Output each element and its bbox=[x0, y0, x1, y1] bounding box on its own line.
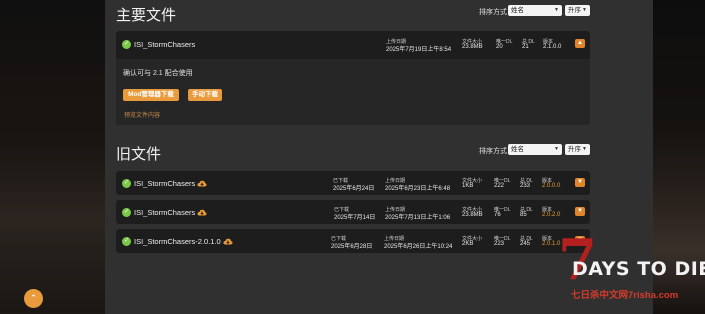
uploaded-value: 2025年7月19日上午8:54 bbox=[386, 47, 452, 53]
main-order-select[interactable]: 升序 ▼ bbox=[565, 5, 590, 16]
total-dl-value: 85 bbox=[520, 212, 527, 218]
select-caret-icon: ▼ bbox=[554, 146, 559, 152]
select-caret-icon: ▼ bbox=[554, 7, 559, 13]
cloud-download-icon[interactable] bbox=[197, 180, 207, 187]
size-value: 1KB bbox=[462, 183, 474, 189]
old-order-value: 升序 bbox=[568, 146, 581, 153]
archived-value: 2025年6月24日 bbox=[333, 186, 375, 192]
version-value: 2.0.2.0 bbox=[542, 212, 561, 218]
cloud-download-icon[interactable] bbox=[197, 209, 207, 216]
select-caret-icon: ▼ bbox=[582, 146, 587, 152]
check-circle-icon: ✓ bbox=[122, 208, 131, 217]
version-value: 2.0.0.0 bbox=[542, 183, 561, 189]
size-value: 23.8MB bbox=[462, 44, 483, 50]
size-value: 23.8MB bbox=[462, 212, 483, 218]
mod-manager-download-button[interactable]: Mod管理器下载 bbox=[123, 89, 179, 101]
unique-dl-value: 76 bbox=[494, 212, 501, 218]
total-dl-value: 21 bbox=[522, 44, 529, 50]
total-dl-value: 233 bbox=[520, 183, 531, 189]
back-to-top-button[interactable]: ⌃ bbox=[24, 289, 43, 308]
uploaded-value: 2025年7月13日上午1:06 bbox=[385, 215, 451, 221]
old-sort-value: 姓名 bbox=[511, 146, 524, 153]
check-circle-icon: ✓ bbox=[122, 179, 131, 188]
main-file-name: ISI_StormChasers bbox=[134, 40, 196, 49]
cloud-download-icon[interactable] bbox=[223, 238, 233, 245]
logo-title: DAYS TO DIE bbox=[572, 258, 705, 280]
select-caret-icon: ▼ bbox=[582, 7, 587, 13]
old-sort-select[interactable]: 姓名 ▼ bbox=[508, 144, 562, 155]
uploaded-value: 2025年6月23日上午6:48 bbox=[385, 186, 451, 192]
chevron-up-icon[interactable]: ▲ bbox=[575, 39, 585, 48]
check-circle-icon: ✓ bbox=[122, 40, 131, 49]
archived-value: 2025年7月14日 bbox=[334, 215, 376, 221]
background-left bbox=[0, 0, 105, 314]
unique-dl-value: 222 bbox=[494, 183, 505, 189]
old-sort-label: 排序方式 bbox=[479, 148, 507, 155]
archived-value: 2025年6月28日 bbox=[331, 244, 373, 250]
chevron-up-icon: ⌃ bbox=[29, 293, 38, 303]
check-circle-icon: ✓ bbox=[122, 237, 131, 246]
old-order-select[interactable]: 升序 ▼ bbox=[565, 144, 590, 155]
old-files-title: 旧文件 bbox=[116, 146, 162, 163]
logo-subtitle: 七日杀中文网7risha.com bbox=[571, 290, 679, 301]
chevron-down-icon[interactable]: ▼ bbox=[575, 207, 585, 216]
version-value: 2.1.0.0 bbox=[543, 44, 562, 50]
unique-dl-value: 223 bbox=[494, 241, 505, 247]
old-file-name: ISI_StormChasers bbox=[134, 208, 196, 217]
main-sort-select[interactable]: 姓名 ▼ bbox=[508, 5, 562, 16]
old-file-name: ISI_StormChasers-2.0.1.0 bbox=[134, 237, 221, 246]
total-dl-value: 245 bbox=[520, 241, 531, 247]
manual-download-button[interactable]: 手动下载 bbox=[188, 89, 222, 101]
main-sort-value: 姓名 bbox=[511, 7, 524, 14]
main-order-value: 升序 bbox=[568, 7, 581, 14]
uploaded-value: 2025年6月26日上午10:24 bbox=[384, 244, 453, 250]
file-description: 确认可与 2.1 配合使用 bbox=[123, 70, 193, 77]
main-files-title: 主要文件 bbox=[116, 7, 177, 24]
old-file-name: ISI_StormChasers bbox=[134, 179, 196, 188]
size-value: 2KB bbox=[462, 241, 474, 247]
preview-file-link[interactable]: 预览文件内容 bbox=[124, 110, 160, 119]
chevron-down-icon[interactable]: ▼ bbox=[575, 178, 585, 187]
unique-dl-value: 20 bbox=[496, 44, 503, 50]
main-sort-label: 排序方式 bbox=[479, 9, 507, 16]
